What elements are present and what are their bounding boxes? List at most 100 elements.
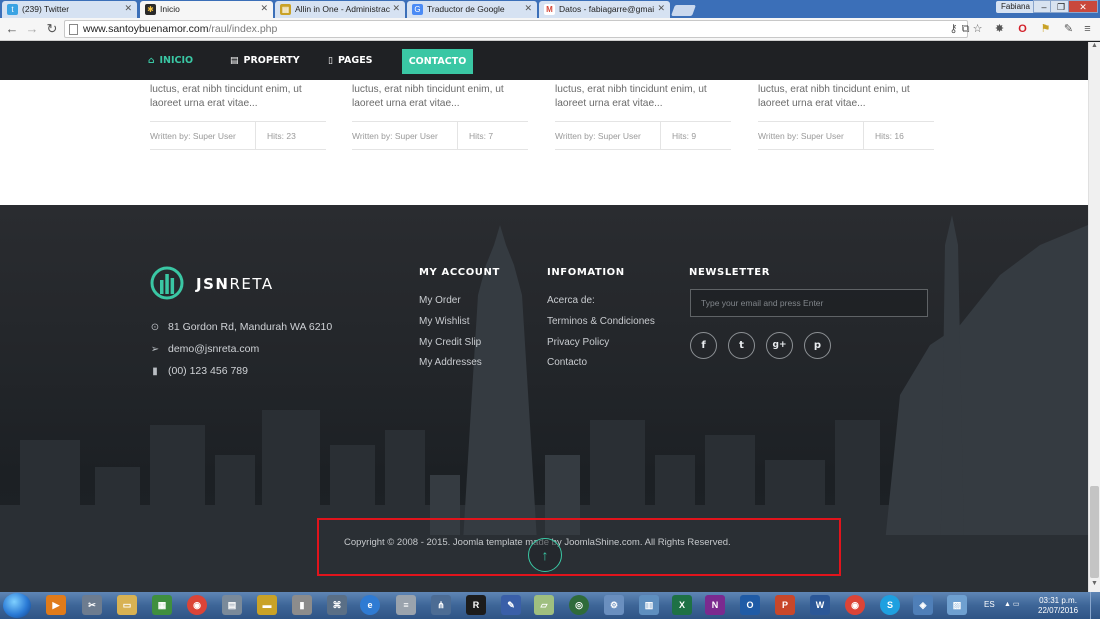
scroll-up-arrow-icon[interactable]: ▲ <box>1089 42 1100 54</box>
language-indicator[interactable]: ES <box>984 600 995 609</box>
nav-item-property[interactable]: ▤ PROPERTY <box>230 42 300 80</box>
snipping-tool-icon[interactable]: ✂ <box>82 595 102 615</box>
document-icon: ▯ <box>328 56 333 66</box>
tab-twitter[interactable]: t (239) Twitter ✕ <box>2 1 137 18</box>
folder-tool-icon[interactable]: ▬ <box>257 595 277 615</box>
facebook-icon[interactable]: f <box>690 332 717 359</box>
bookmark-star-icon[interactable]: ☆ <box>970 22 985 37</box>
address-bar[interactable]: www.santoybuenamor.com/raul/index.php <box>64 20 968 38</box>
close-icon[interactable]: ✕ <box>657 3 665 14</box>
opera-icon[interactable]: O <box>1015 22 1030 37</box>
close-icon[interactable]: ✕ <box>124 3 132 14</box>
site-footer: JSNRETA ⊙ 81 Gordon Rd, Mandurah WA 6210 … <box>0 205 1088 592</box>
articles-section: luctus, erat nibh tincidunt enim, ut lao… <box>0 80 1088 205</box>
word-icon[interactable]: W <box>810 595 830 615</box>
pinterest-icon[interactable]: p <box>804 332 831 359</box>
article-hits: Hits: 23 <box>267 131 296 141</box>
onenote-icon[interactable]: N <box>705 595 725 615</box>
tab-label: Inicio <box>160 4 180 14</box>
back-button[interactable]: ← <box>4 21 20 37</box>
paper-plane-icon: ➢ <box>150 344 160 355</box>
eye-app-icon[interactable]: ◎ <box>569 595 589 615</box>
tab-google-translate[interactable]: G Traductor de Google ✕ <box>407 1 537 18</box>
internet-explorer-icon[interactable]: e <box>360 595 380 615</box>
link-acerca-de[interactable]: Acerca de: <box>547 295 595 306</box>
network-icon[interactable]: ⌘ <box>327 595 347 615</box>
phone-icon: ▮ <box>152 366 158 377</box>
divider <box>863 122 864 149</box>
my-account-title: MY ACCOUNT <box>419 267 500 278</box>
close-icon[interactable]: ✕ <box>260 3 268 14</box>
link-privacy-policy[interactable]: Privacy Policy <box>547 337 609 348</box>
tab-inicio[interactable]: ✱ Inicio ✕ <box>140 1 273 18</box>
article-excerpt: luctus, erat nibh tincidunt enim, ut lao… <box>150 84 302 109</box>
back-to-top-button[interactable]: ↑ <box>528 538 562 572</box>
gmail-icon: M <box>544 4 555 15</box>
nav-item-contacto[interactable]: CONTACTO <box>402 49 473 74</box>
footer-logo[interactable]: JSNRETA <box>150 266 272 300</box>
article-excerpt: luctus, erat nibh tincidunt enim, ut lao… <box>758 84 910 109</box>
remote-desktop-icon[interactable]: ⚙ <box>604 595 624 615</box>
app-tool-icon[interactable]: ▥ <box>639 595 659 615</box>
scroll-down-arrow-icon[interactable]: ▼ <box>1089 580 1100 592</box>
nav-item-pages[interactable]: ▯ PAGES <box>328 42 373 80</box>
pen-icon[interactable]: ✎ <box>1061 22 1076 37</box>
article-card: luctus, erat nibh tincidunt enim, ut lao… <box>758 80 938 150</box>
twitter-icon[interactable]: t <box>728 332 755 359</box>
chrome-icon[interactable]: ◉ <box>187 595 207 615</box>
show-desktop-button[interactable] <box>1090 592 1100 619</box>
system-clock[interactable]: 03:31 p.m. 22/07/2016 <box>1038 596 1078 616</box>
powerpoint-icon[interactable]: P <box>775 595 795 615</box>
reload-button[interactable]: ↻ <box>44 21 60 37</box>
skype-icon[interactable]: S <box>880 595 900 615</box>
link-my-credit-slip[interactable]: My Credit Slip <box>419 337 481 348</box>
link-contacto[interactable]: Contacto <box>547 357 587 368</box>
article-card: luctus, erat nibh tincidunt enim, ut lao… <box>150 80 330 150</box>
page-scrollbar[interactable]: ▲ ▼ <box>1088 42 1100 592</box>
close-icon[interactable]: ✕ <box>524 3 532 14</box>
google-translate-icon: G <box>412 4 423 15</box>
excel-icon[interactable]: X <box>672 595 692 615</box>
footer-email[interactable]: ➢ demo@jsnreta.com <box>148 343 259 355</box>
file-explorer-icon[interactable]: ▭ <box>117 595 137 615</box>
forward-button[interactable]: → <box>24 21 40 37</box>
profile-user-badge[interactable]: Fabiana <box>996 1 1035 13</box>
outlook-icon[interactable]: O <box>740 595 760 615</box>
extension-icon[interactable]: ✸ <box>992 22 1007 37</box>
link-my-order[interactable]: My Order <box>419 295 461 306</box>
app-icon[interactable]: ✎ <box>501 595 521 615</box>
scrollbar-thumb[interactable] <box>1090 486 1099 578</box>
chrome-window-icon[interactable]: ◉ <box>845 595 865 615</box>
nav-item-inicio[interactable]: ⌂ INICIO <box>148 42 193 80</box>
new-tab-button[interactable] <box>670 5 697 16</box>
menu-icon[interactable]: ≡ <box>1080 22 1095 37</box>
url-host: www.santoybuenamor.com <box>83 23 209 35</box>
tab-allinone[interactable]: ▦ Allin in One - Administrac ✕ <box>275 1 405 18</box>
tab-label: Traductor de Google <box>427 4 505 14</box>
close-icon[interactable]: ✕ <box>392 3 400 14</box>
google-plus-icon[interactable]: g+ <box>766 332 793 359</box>
program-icon[interactable]: ▤ <box>222 595 242 615</box>
tray-arrow-icon[interactable]: ▲ ▭ <box>1004 600 1020 608</box>
network-share-icon[interactable]: ⋔ <box>431 595 451 615</box>
window-close-button[interactable]: ✕ <box>1068 0 1098 13</box>
link-my-wishlist[interactable]: My Wishlist <box>419 316 470 327</box>
media-player-icon[interactable]: ▶ <box>46 595 66 615</box>
article-card: luctus, erat nibh tincidunt enim, ut lao… <box>555 80 735 150</box>
link-terminos[interactable]: Terminos & Condiciones <box>547 316 655 327</box>
start-button[interactable] <box>3 593 31 618</box>
article-author: Written by: Super User <box>758 131 844 141</box>
document-viewer-icon[interactable]: ≡ <box>396 595 416 615</box>
app-window-icon[interactable]: ◈ <box>913 595 933 615</box>
newsletter-title: NEWSLETTER <box>689 267 771 278</box>
tab-gmail[interactable]: M Datos - fabiagarre@gmai ✕ <box>539 1 670 18</box>
folder-icon[interactable]: ▱ <box>534 595 554 615</box>
newsletter-email-input[interactable] <box>690 289 928 317</box>
app-window-2-icon[interactable]: ▨ <box>947 595 967 615</box>
control-panel-icon[interactable]: ▦ <box>152 595 172 615</box>
link-my-addresses[interactable]: My Addresses <box>419 357 482 368</box>
bookmark-icon[interactable]: ⚑ <box>1038 22 1053 37</box>
terminal-app-icon[interactable]: R <box>466 595 486 615</box>
device-icon[interactable]: ▮ <box>292 595 312 615</box>
article-meta: Written by: Super User Hits: 7 <box>352 121 528 150</box>
